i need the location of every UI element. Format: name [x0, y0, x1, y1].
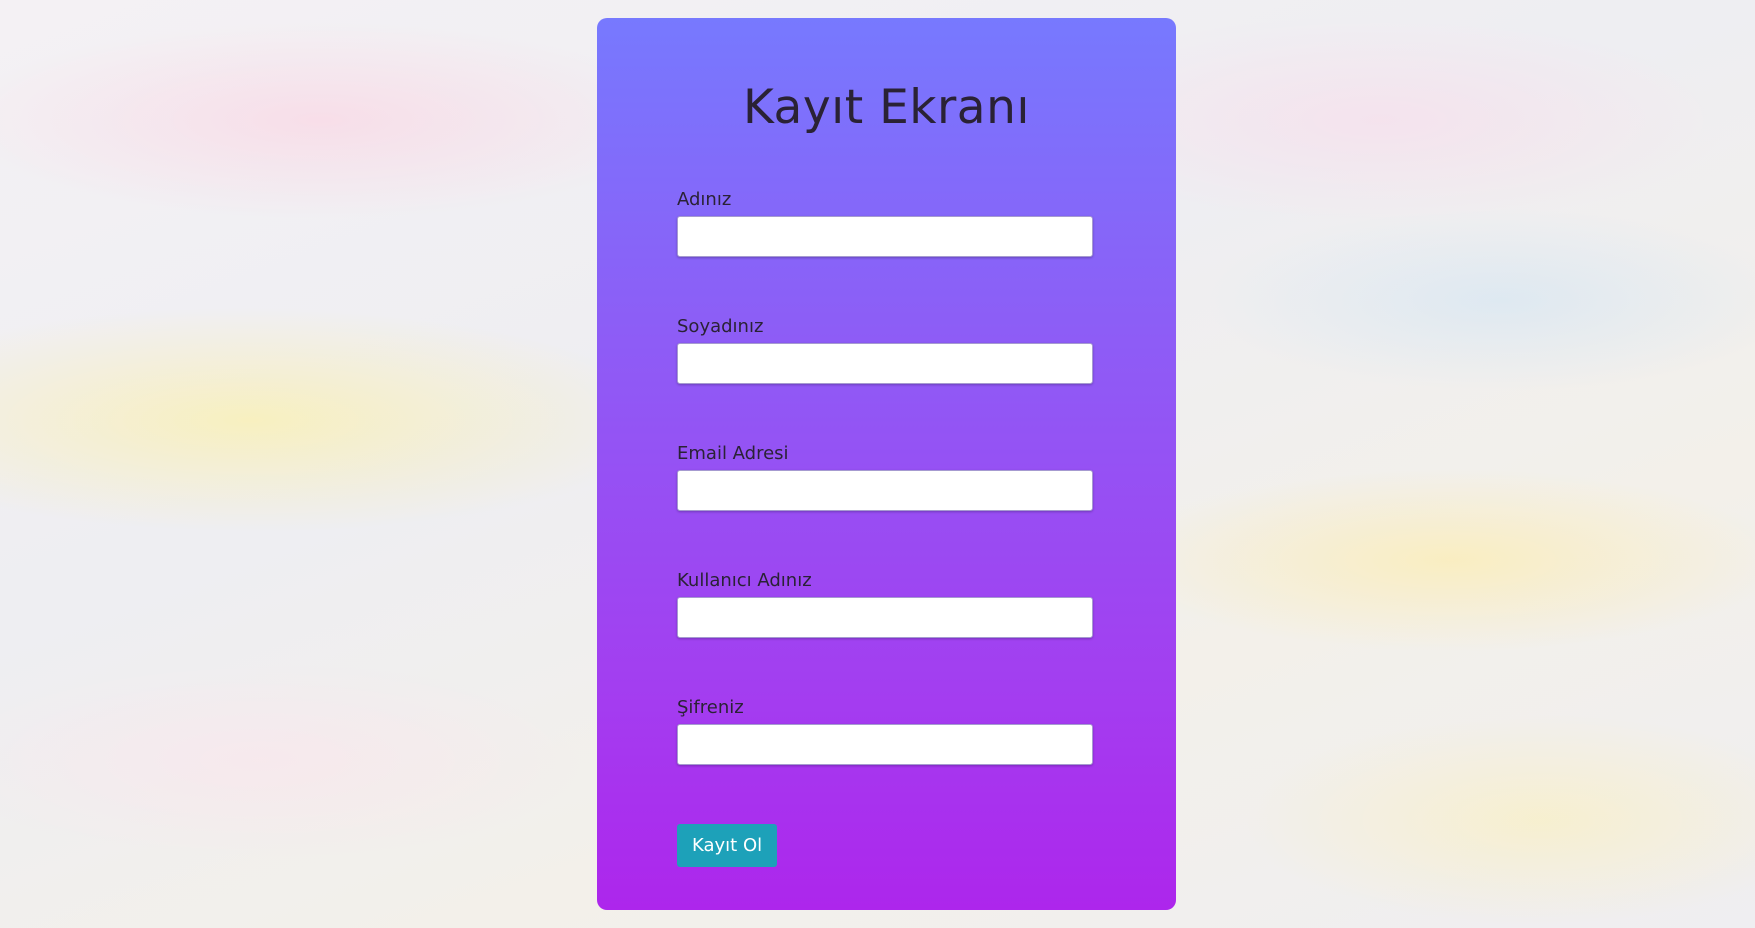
email-input[interactable] [677, 470, 1093, 511]
password-label: Şifreniz [677, 697, 744, 718]
register-card: Kayıt Ekranı Adınız Soyadınız Email Adre… [597, 18, 1176, 910]
register-button[interactable]: Kayıt Ol [677, 824, 778, 867]
last-name-label: Soyadınız [677, 316, 764, 337]
last-name-input[interactable] [677, 343, 1093, 384]
password-input[interactable] [677, 724, 1093, 765]
email-label: Email Adresi [677, 443, 789, 464]
username-label: Kullanıcı Adınız [677, 570, 812, 591]
first-name-input[interactable] [677, 216, 1093, 257]
first-name-label: Adınız [677, 189, 732, 210]
username-input[interactable] [677, 597, 1093, 638]
page-title: Kayıt Ekranı [743, 80, 1030, 135]
